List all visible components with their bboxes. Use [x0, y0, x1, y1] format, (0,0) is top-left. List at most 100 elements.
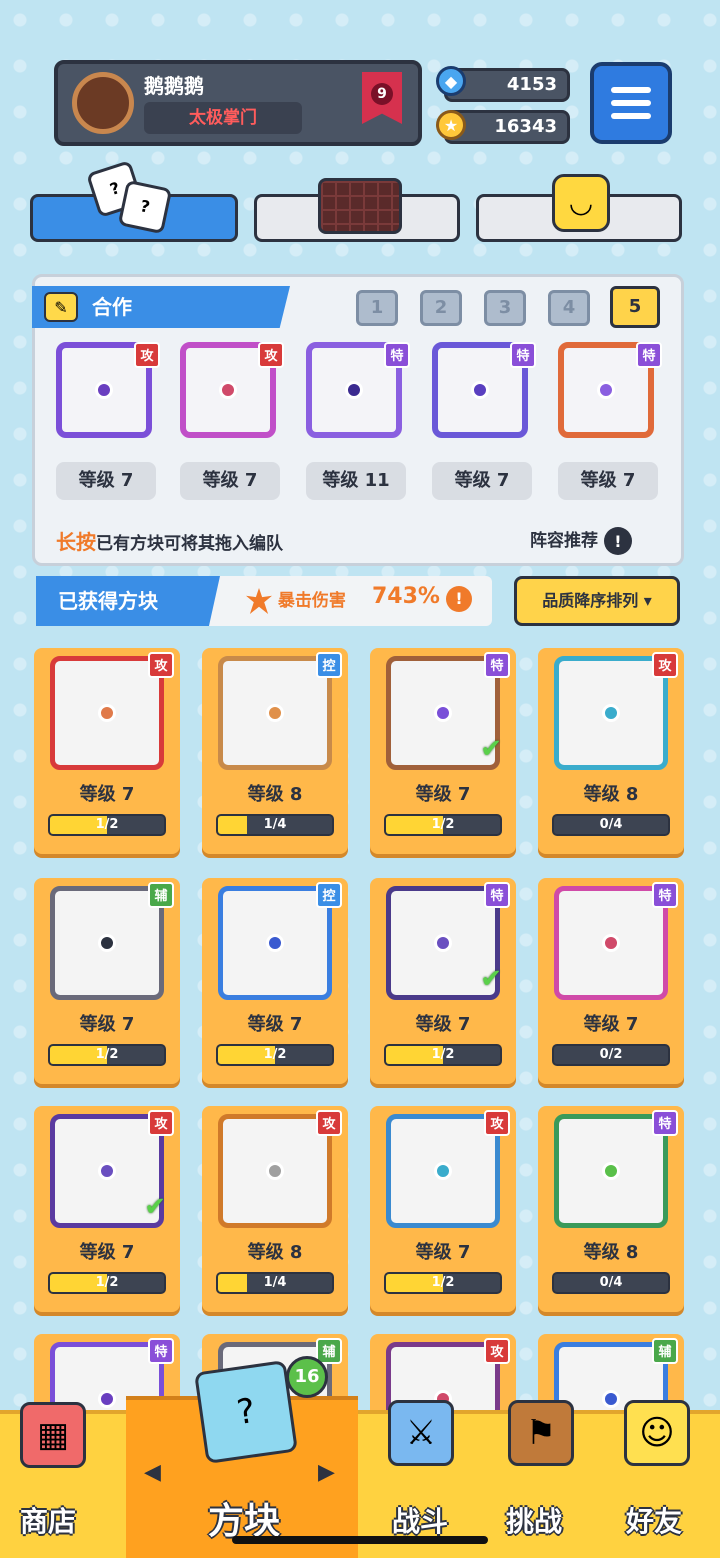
block-type-tag: 攻: [484, 1110, 510, 1136]
crit-info-icon[interactable]: !: [446, 586, 472, 612]
block-dot: [266, 1162, 284, 1180]
nav-left-arrow[interactable]: ◀: [144, 1460, 161, 1485]
progress-text: 1/2: [431, 1275, 455, 1290]
team-page-5[interactable]: 5: [610, 286, 660, 328]
recommend-label: 阵容推荐: [530, 531, 598, 551]
block-progress: 0/4: [552, 814, 670, 836]
block-progress: 0/2: [552, 1044, 670, 1066]
team-slot-level: 等级 7: [56, 462, 156, 500]
block-card[interactable]: 特等级 7 0/2: [538, 878, 684, 1084]
block-type-tag: 攻: [148, 1110, 174, 1136]
sword-shield-icon[interactable]: ⚔: [388, 1400, 454, 1466]
team-page-3[interactable]: 3: [484, 290, 526, 326]
block-dot: [266, 704, 284, 722]
shop-icon[interactable]: ▦: [20, 1402, 86, 1468]
block-type-tag: 特: [484, 882, 510, 908]
gem-count: 4153: [506, 74, 557, 95]
player-title: 太极掌门: [144, 102, 302, 134]
block-card[interactable]: 攻等级 8 0/4: [538, 648, 684, 854]
block-progress: 1/2: [48, 1044, 166, 1066]
block-level: 等级 8: [247, 1242, 303, 1263]
blocks-icon[interactable]: ?: [194, 1360, 298, 1464]
block-type-tag: 攻: [258, 342, 284, 368]
board-icon: [318, 178, 402, 234]
profile-card[interactable]: 鹅鹅鹅 太极掌门 9: [54, 60, 422, 146]
nav-battle[interactable]: 战斗: [392, 1500, 448, 1540]
team-page-1[interactable]: 1: [356, 290, 398, 326]
block-card[interactable]: 控等级 8 1/4: [202, 648, 348, 854]
block-card[interactable]: 辅等级 7 1/2: [34, 878, 180, 1084]
team-page-4[interactable]: 4: [548, 290, 590, 326]
block-type-tag: 攻: [134, 342, 160, 368]
block-progress: 1/4: [216, 814, 334, 836]
block-progress: 1/2: [48, 814, 166, 836]
block-card[interactable]: 特等级 7 1/2 ✔: [370, 648, 516, 854]
block-level: 等级 8: [583, 784, 639, 805]
block-type-tag: 攻: [316, 1110, 342, 1136]
block-dot: [98, 934, 116, 952]
block-level: 等级 7: [79, 784, 135, 805]
block-type-tag: 特: [652, 882, 678, 908]
friend-icon[interactable]: ☺: [624, 1400, 690, 1466]
team-slot[interactable]: 特: [554, 338, 662, 446]
block-type-tag: 攻: [652, 652, 678, 678]
dice-icon: ? ?: [86, 160, 176, 236]
block-type-tag: 攻: [148, 652, 174, 678]
edit-icon[interactable]: ✎: [44, 292, 78, 322]
equipped-check-icon: ✔: [480, 734, 502, 764]
block-type-tag: 特: [636, 342, 662, 368]
signpost-icon[interactable]: ⚑: [508, 1400, 574, 1466]
team-slot-level: 等级 11: [306, 462, 406, 500]
team-slot[interactable]: 攻: [176, 338, 284, 446]
block-card[interactable]: 控等级 7 1/2: [202, 878, 348, 1084]
block-card[interactable]: 攻等级 7 1/2: [370, 1106, 516, 1312]
recommend-button[interactable]: 阵容推荐 !: [530, 526, 632, 555]
block-type-tag: 特: [148, 1338, 174, 1364]
team-slot-level: 等级 7: [432, 462, 532, 500]
progress-text: 1/2: [263, 1047, 287, 1062]
block-dot: [434, 934, 452, 952]
block-type-tag: 辅: [148, 882, 174, 908]
progress-text: 1/4: [263, 817, 287, 832]
owned-title: 已获得方块: [36, 576, 220, 626]
block-image: [386, 1114, 500, 1228]
block-type-tag: 控: [316, 652, 342, 678]
progress-text: 1/2: [95, 1047, 119, 1062]
menu-button[interactable]: [590, 62, 672, 144]
block-dot: [98, 1162, 116, 1180]
progress-text: 1/2: [95, 1275, 119, 1290]
block-dot: [345, 381, 363, 399]
nav-right-arrow[interactable]: ▶: [318, 1460, 335, 1485]
team-slot[interactable]: 攻: [52, 338, 160, 446]
block-card[interactable]: 特等级 7 1/2 ✔: [370, 878, 516, 1084]
block-type-tag: 特: [384, 342, 410, 368]
team-page-2[interactable]: 2: [420, 290, 462, 326]
sort-button[interactable]: 品质降序排列 ▾: [514, 576, 680, 626]
block-image: [50, 656, 164, 770]
team-slot[interactable]: 特: [302, 338, 410, 446]
progress-text: 1/2: [95, 817, 119, 832]
block-type-tag: 辅: [652, 1338, 678, 1364]
nav-shop[interactable]: 商店: [20, 1500, 76, 1540]
block-card[interactable]: 攻等级 8 1/4: [202, 1106, 348, 1312]
block-dot: [602, 934, 620, 952]
rank-badge: 9: [362, 72, 402, 124]
nav-challenge[interactable]: 挑战: [506, 1500, 562, 1540]
block-card[interactable]: 攻等级 7 1/2 ✔: [34, 1106, 180, 1312]
home-indicator: [232, 1536, 488, 1544]
info-icon: !: [603, 527, 632, 555]
nav-friends[interactable]: 好友: [626, 1500, 682, 1540]
block-card[interactable]: 特等级 8 0/4: [538, 1106, 684, 1312]
block-level: 等级 7: [415, 784, 471, 805]
block-progress: 0/4: [552, 1272, 670, 1294]
block-level: 等级 8: [583, 1242, 639, 1263]
block-dot: [266, 934, 284, 952]
block-level: 等级 7: [247, 1014, 303, 1035]
player-name: 鹅鹅鹅: [144, 74, 204, 98]
burst-icon: [246, 588, 272, 614]
block-card[interactable]: 攻等级 7 1/2: [34, 648, 180, 854]
block-progress: 1/2: [216, 1044, 334, 1066]
progress-text: 0/4: [599, 1275, 623, 1290]
equipped-check-icon: ✔: [144, 1192, 166, 1222]
team-slot[interactable]: 特: [428, 338, 536, 446]
